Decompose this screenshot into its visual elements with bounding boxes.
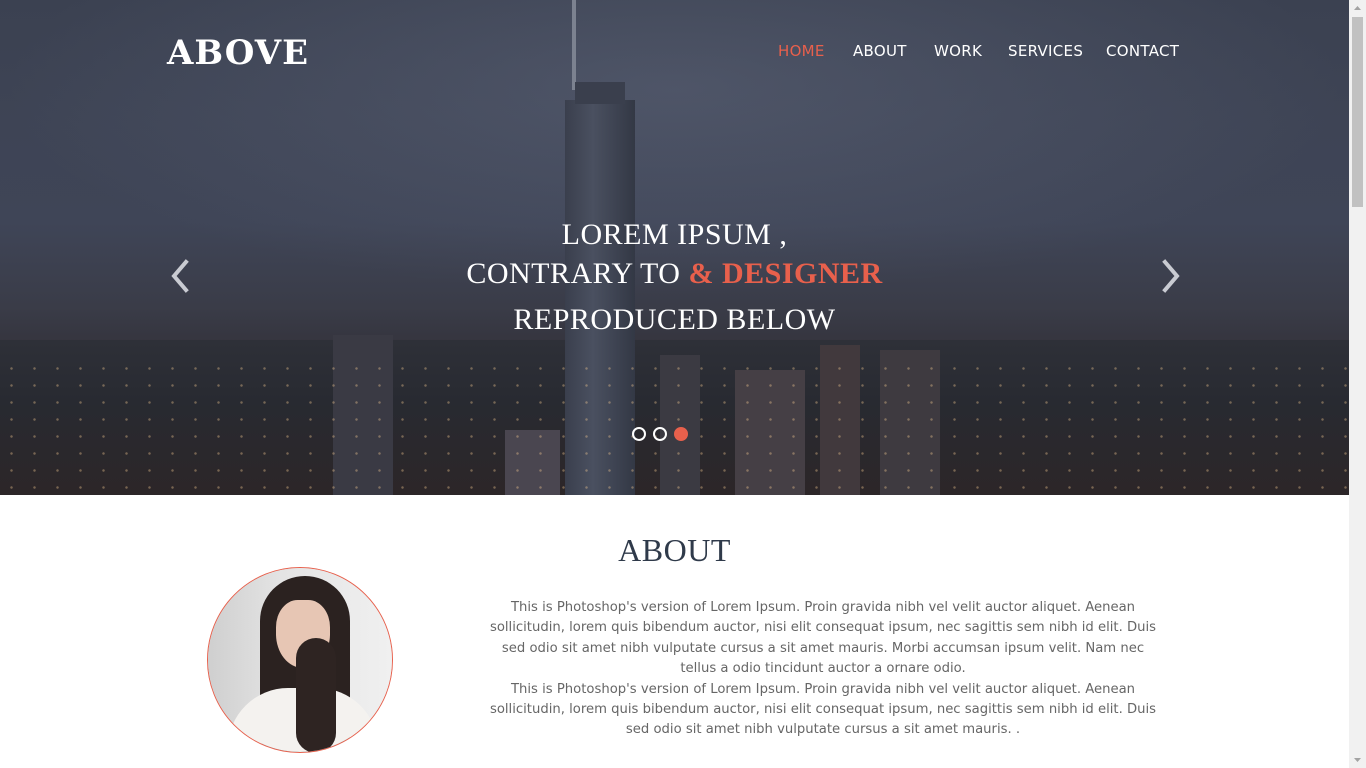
- caret-down-icon: [1354, 758, 1361, 762]
- scrollbar-thumb[interactable]: [1352, 17, 1363, 207]
- nav-item-home[interactable]: HOME: [778, 42, 825, 60]
- nav-item-contact[interactable]: CONTACT: [1106, 42, 1179, 60]
- hero-headline-prefix: CONTRARY TO: [466, 257, 681, 290]
- hero-slider: ABOVE HOME ABOUT WORK SERVICES CONTACT L…: [0, 0, 1349, 495]
- avatar: [207, 567, 393, 753]
- hero-headline-line3: REPRODUCED BELOW: [513, 303, 836, 336]
- hero-headline-line1: LOREM IPSUM ,: [561, 218, 788, 251]
- nav-item-services[interactable]: SERVICES: [1008, 42, 1083, 60]
- scroll-up-button[interactable]: [1349, 0, 1366, 17]
- city-lights: [0, 360, 1349, 495]
- about-paragraph-1: This is Photoshop's version of Lorem Ips…: [489, 600, 1157, 677]
- hero-headline-accent: & DESIGNER: [688, 257, 883, 290]
- slider-dot-3[interactable]: [674, 427, 688, 441]
- slider-dot-1[interactable]: [632, 427, 646, 441]
- caret-up-icon: [1354, 6, 1361, 10]
- hero-headline-line2: CONTRARY TO & DESIGNER: [0, 257, 1349, 291]
- main-nav: HOME ABOUT WORK SERVICES CONTACT: [0, 42, 1349, 64]
- nav-item-work[interactable]: WORK: [934, 42, 982, 60]
- slider-dot-2[interactable]: [653, 427, 667, 441]
- page: ABOVE HOME ABOUT WORK SERVICES CONTACT L…: [0, 0, 1349, 768]
- about-paragraph-2: This is Photoshop's version of Lorem Ips…: [489, 681, 1157, 738]
- about-text: This is Photoshop's version of Lorem Ips…: [488, 598, 1158, 741]
- scroll-down-button[interactable]: [1349, 751, 1366, 768]
- nav-item-about[interactable]: ABOUT: [853, 42, 907, 60]
- about-title: ABOUT: [618, 532, 731, 568]
- vertical-scrollbar[interactable]: [1349, 0, 1366, 768]
